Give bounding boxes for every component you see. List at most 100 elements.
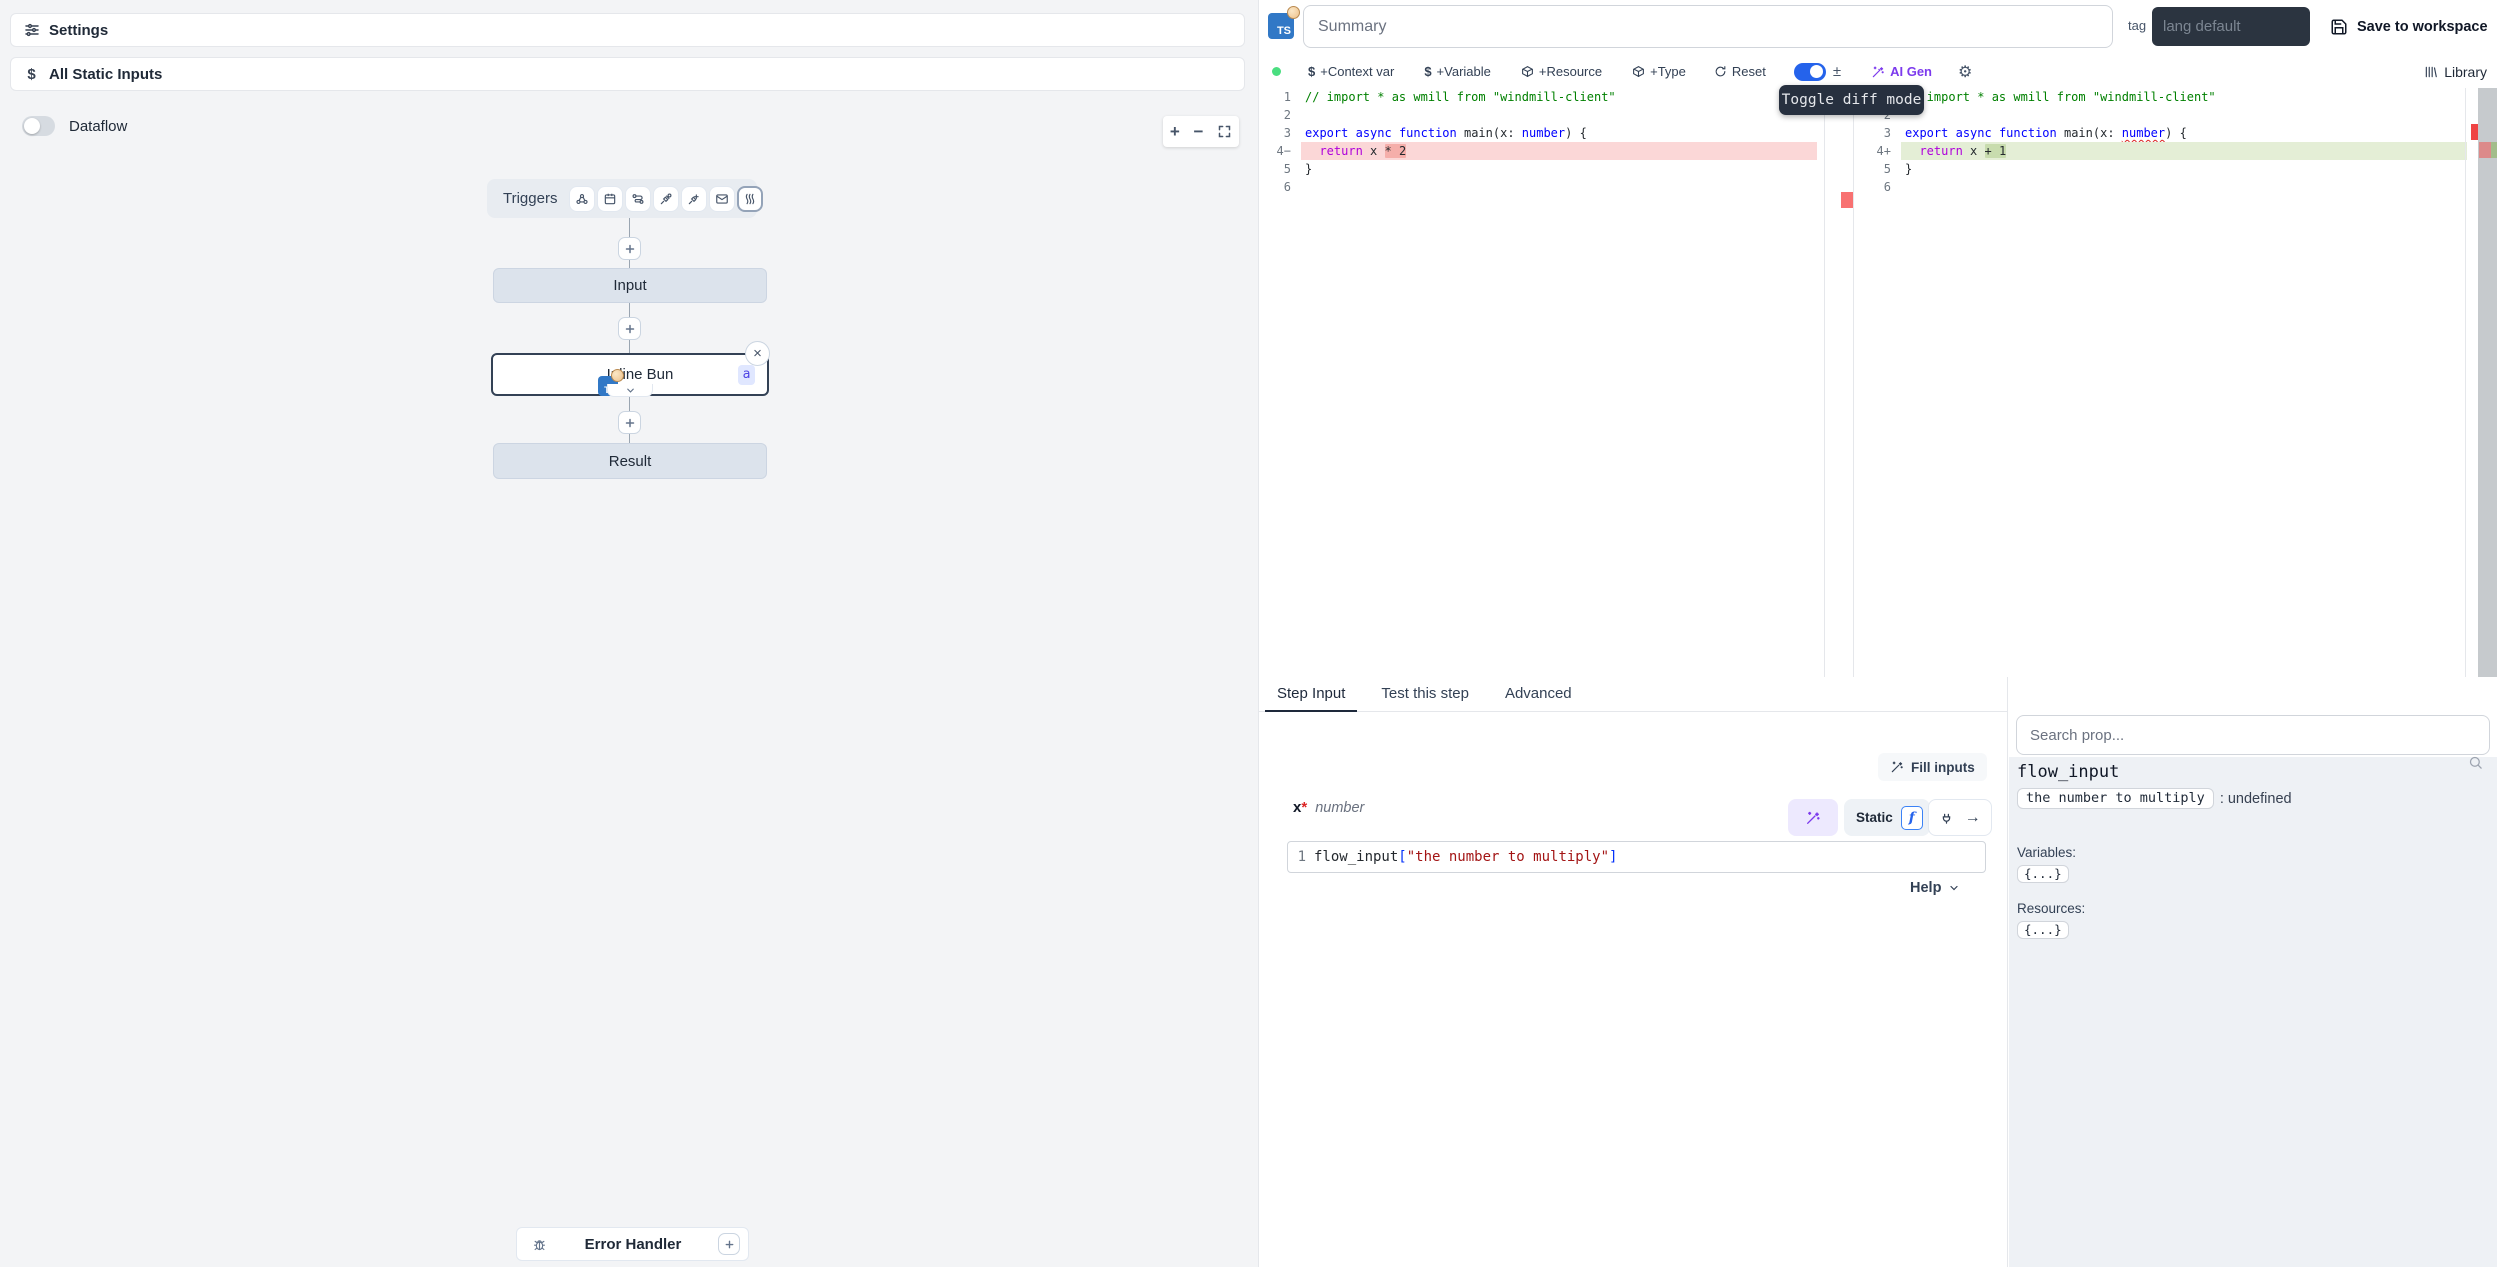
package-icon bbox=[1521, 65, 1534, 78]
code-line[interactable]: 2 bbox=[1259, 106, 1817, 124]
typescript-bun-icon: TS bbox=[1268, 13, 1294, 39]
library-button[interactable]: Library bbox=[2424, 55, 2487, 88]
connect-input-controls: → bbox=[1928, 799, 1992, 836]
diff-pane-original[interactable]: 1// import * as wmill from "windmill-cli… bbox=[1259, 88, 1817, 196]
diff-pane-modified[interactable]: 1// import * as wmill from "windmill-cli… bbox=[1853, 88, 2467, 196]
code-line[interactable]: 3export async function main(x: number) { bbox=[1853, 124, 2467, 142]
save-to-workspace-button[interactable]: Save to workspace bbox=[2330, 13, 2488, 41]
edge bbox=[629, 340, 630, 353]
gear-icon[interactable]: ⚙ bbox=[1958, 62, 1972, 82]
ai-gen-button[interactable]: AI Gen bbox=[1871, 64, 1932, 79]
prop-key-chip[interactable]: the number to multiply bbox=[2017, 788, 2214, 809]
edge-triggers-input bbox=[629, 218, 630, 237]
save-icon bbox=[2330, 18, 2348, 36]
variables-label: Variables: bbox=[2017, 845, 2490, 860]
code-line[interactable]: 5} bbox=[1259, 160, 1817, 178]
line-number: 1 bbox=[1288, 849, 1314, 865]
tab-test-this-step[interactable]: Test this step bbox=[1381, 685, 1469, 711]
add-type-button[interactable]: +Type bbox=[1632, 64, 1686, 79]
flow-graph-panel: Settings $ All Static Inputs Dataflow + … bbox=[0, 0, 1259, 1267]
code-line[interactable]: 6 bbox=[1853, 178, 2467, 196]
dollar-icon: $ bbox=[1308, 64, 1315, 79]
code-line[interactable]: 1// import * as wmill from "windmill-cli… bbox=[1259, 88, 1817, 106]
schedule-icon[interactable] bbox=[597, 186, 623, 212]
expand-icon[interactable] bbox=[1217, 124, 1232, 139]
javascript-expression-icon[interactable]: f bbox=[1901, 806, 1923, 830]
prop-value: : undefined bbox=[2220, 791, 2292, 807]
plus-minus-icon[interactable]: ± bbox=[1833, 63, 1841, 80]
add-variable-button[interactable]: $ +Variable bbox=[1424, 64, 1491, 79]
static-mode-toggle[interactable]: Static f bbox=[1844, 799, 1930, 836]
code-line[interactable]: 4− return x * 2 bbox=[1259, 142, 1817, 160]
expression-code[interactable]: flow_input["the number to multiply"] bbox=[1314, 849, 1617, 865]
zoom-in-button[interactable]: + bbox=[1170, 122, 1180, 142]
code-line[interactable]: 2 bbox=[1853, 106, 2467, 124]
ai-fill-button[interactable] bbox=[1788, 799, 1838, 836]
add-resource-button[interactable]: +Resource bbox=[1521, 64, 1602, 79]
expression-input[interactable]: 1 flow_input["the number to multiply"] bbox=[1287, 841, 1986, 873]
code-line[interactable]: 3export async function main(x: number) { bbox=[1259, 124, 1817, 142]
diff-marker-deleted bbox=[1841, 192, 1853, 208]
insert-step-button-bottom[interactable] bbox=[618, 411, 641, 434]
add-context-var-button[interactable]: $ +Context var bbox=[1308, 64, 1394, 79]
resources-section: Resources: {...} bbox=[2017, 901, 2490, 939]
scrollbar-diff-marker-green bbox=[2491, 142, 2497, 158]
dollar-icon: $ bbox=[1424, 64, 1431, 79]
editor-header: TS tag Save to workspace bbox=[1259, 0, 2497, 55]
search-prop-input[interactable] bbox=[2016, 715, 2490, 755]
arrow-right-icon[interactable]: → bbox=[1965, 809, 1981, 827]
close-icon[interactable]: × bbox=[745, 341, 770, 366]
tab-advanced[interactable]: Advanced bbox=[1505, 685, 1572, 711]
code-diff-editor[interactable]: 1// import * as wmill from "windmill-cli… bbox=[1259, 88, 2497, 677]
route-icon[interactable] bbox=[625, 186, 651, 212]
tag-label: tag bbox=[2128, 18, 2146, 33]
dataflow-row: Dataflow bbox=[22, 116, 127, 136]
settings-button[interactable]: Settings bbox=[10, 13, 1245, 47]
wand-icon bbox=[1871, 65, 1885, 79]
plug-icon[interactable] bbox=[1939, 810, 1954, 825]
webhook-icon[interactable] bbox=[569, 186, 595, 212]
database-plus-icon[interactable] bbox=[681, 186, 707, 212]
error-handler-label: Error Handler bbox=[556, 1236, 710, 1253]
chevron-down-icon[interactable] bbox=[607, 384, 653, 397]
code-line[interactable]: 4+ return x + 1 bbox=[1853, 142, 2467, 160]
code-line[interactable]: 1// import * as wmill from "windmill-cli… bbox=[1853, 88, 2467, 106]
summary-input[interactable] bbox=[1303, 5, 2113, 48]
all-static-inputs-button[interactable]: $ All Static Inputs bbox=[10, 57, 1245, 91]
prop-entry[interactable]: the number to multiply : undefined bbox=[2017, 788, 2490, 809]
dataflow-toggle[interactable] bbox=[22, 116, 55, 136]
edge bbox=[629, 303, 630, 317]
flow-node-input[interactable]: Input bbox=[493, 268, 767, 303]
kafka-icon[interactable] bbox=[737, 186, 763, 212]
email-icon[interactable] bbox=[709, 186, 735, 212]
error-handler-plus-button[interactable] bbox=[718, 1233, 740, 1255]
websocket-icon[interactable] bbox=[653, 186, 679, 212]
variables-chip[interactable]: {...} bbox=[2017, 865, 2069, 883]
code-line[interactable]: 6 bbox=[1259, 178, 1817, 196]
edge bbox=[629, 434, 630, 443]
save-label: Save to workspace bbox=[2357, 19, 2488, 35]
step-editor-panel: TS tag Save to workspace $ +Context var … bbox=[1259, 0, 2497, 1267]
editor-scrollbar[interactable] bbox=[2478, 88, 2497, 677]
wand-icon bbox=[1890, 760, 1904, 774]
zoom-out-button[interactable]: − bbox=[1193, 122, 1203, 142]
fill-inputs-button[interactable]: Fill inputs bbox=[1878, 753, 1987, 781]
reset-button[interactable]: Reset bbox=[1714, 64, 1766, 79]
help-button[interactable]: Help bbox=[1910, 880, 1960, 896]
diff-marker-deleted bbox=[2471, 124, 2478, 140]
flow-node-error-handler[interactable]: Error Handler bbox=[516, 1227, 749, 1261]
insert-step-button-middle[interactable] bbox=[618, 317, 641, 340]
resources-chip[interactable]: {...} bbox=[2017, 921, 2069, 939]
static-inputs-label: All Static Inputs bbox=[49, 66, 162, 83]
diff-mode-toggle[interactable] bbox=[1794, 63, 1826, 81]
diff-mode-tooltip: Toggle diff mode bbox=[1779, 85, 1924, 115]
prop-name[interactable]: flow_input bbox=[2017, 762, 2490, 782]
dollar-icon: $ bbox=[23, 66, 40, 83]
tag-input[interactable] bbox=[2152, 7, 2310, 46]
insert-step-button-top[interactable] bbox=[618, 237, 641, 260]
tab-step-input[interactable]: Step Input bbox=[1277, 685, 1345, 711]
flow-node-result[interactable]: Result bbox=[493, 443, 767, 479]
search-icon[interactable] bbox=[2468, 755, 2483, 770]
code-line[interactable]: 5} bbox=[1853, 160, 2467, 178]
variables-section: Variables: {...} bbox=[2017, 845, 2490, 883]
